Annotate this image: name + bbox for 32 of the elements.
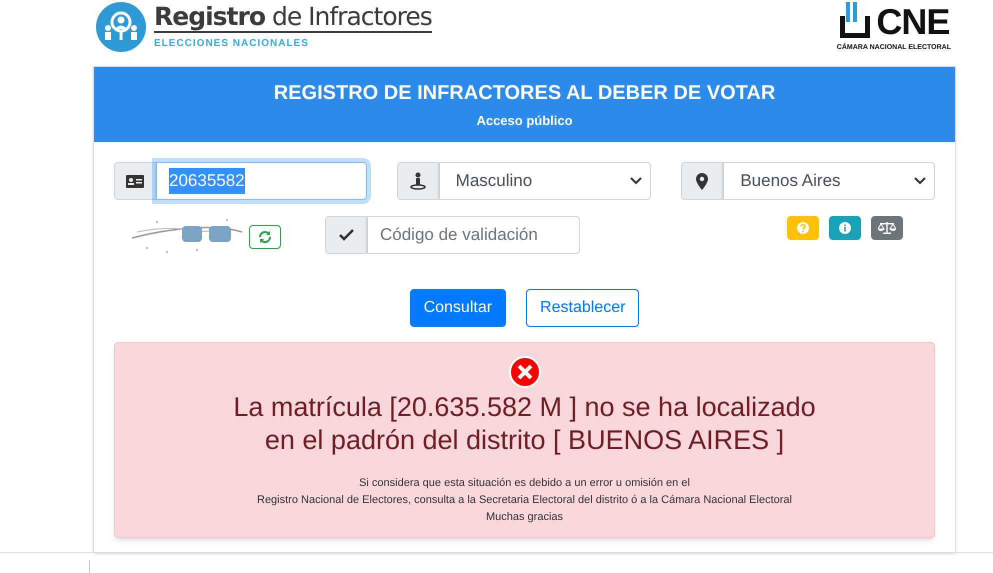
question-icon xyxy=(797,222,809,234)
refresh-button[interactable] xyxy=(249,225,281,249)
check-icon xyxy=(338,229,354,241)
alert-note: Registro Nacional de Electores, consulta a la Secretaria Electoral del distrito ó a la Cámara Nacional Electoral xyxy=(257,493,792,508)
alert-note: Si considera que esta situación es debido a un error u omisión en el xyxy=(359,476,690,491)
card-subtitle: Acceso público xyxy=(476,112,573,130)
scale-icon xyxy=(878,222,896,234)
logo-subtitle: ELECCIONES NACIONALES xyxy=(154,37,310,51)
chevron-down-icon xyxy=(914,177,926,185)
reset-button[interactable]: Restablecer xyxy=(526,289,640,327)
logo-title: Registro de Infractores xyxy=(154,3,432,33)
district-select[interactable]: Buenos Aires xyxy=(723,162,936,200)
card-title: REGISTRO DE INFRACTORES AL DEBER DE VOTAR xyxy=(274,81,776,106)
alert-message: en el padrón del distrito [ BUENOS AIRES ] xyxy=(264,424,784,457)
legal-button[interactable] xyxy=(871,216,903,240)
sex-select[interactable]: Masculino xyxy=(438,162,652,200)
map-pin-icon xyxy=(696,172,708,190)
id-card-icon xyxy=(126,174,144,188)
info-icon xyxy=(839,222,851,234)
help-button[interactable] xyxy=(787,216,819,240)
alert-note: Muchas gracias xyxy=(486,510,564,525)
cne-title: CNE xyxy=(876,4,950,40)
info-button[interactable] xyxy=(829,216,861,240)
validation-code-field[interactable]: Código de validación xyxy=(367,216,580,254)
person-icon xyxy=(410,172,426,190)
submit-button[interactable]: Consultar xyxy=(410,289,506,327)
error-icon xyxy=(508,356,540,388)
logo-icon xyxy=(96,2,146,52)
alert-message: La matrícula [20.635.582 M ] no se ha localizado xyxy=(233,391,816,424)
refresh-icon xyxy=(258,230,272,244)
cne-logo-icon xyxy=(838,2,872,40)
chevron-down-icon xyxy=(630,177,642,185)
